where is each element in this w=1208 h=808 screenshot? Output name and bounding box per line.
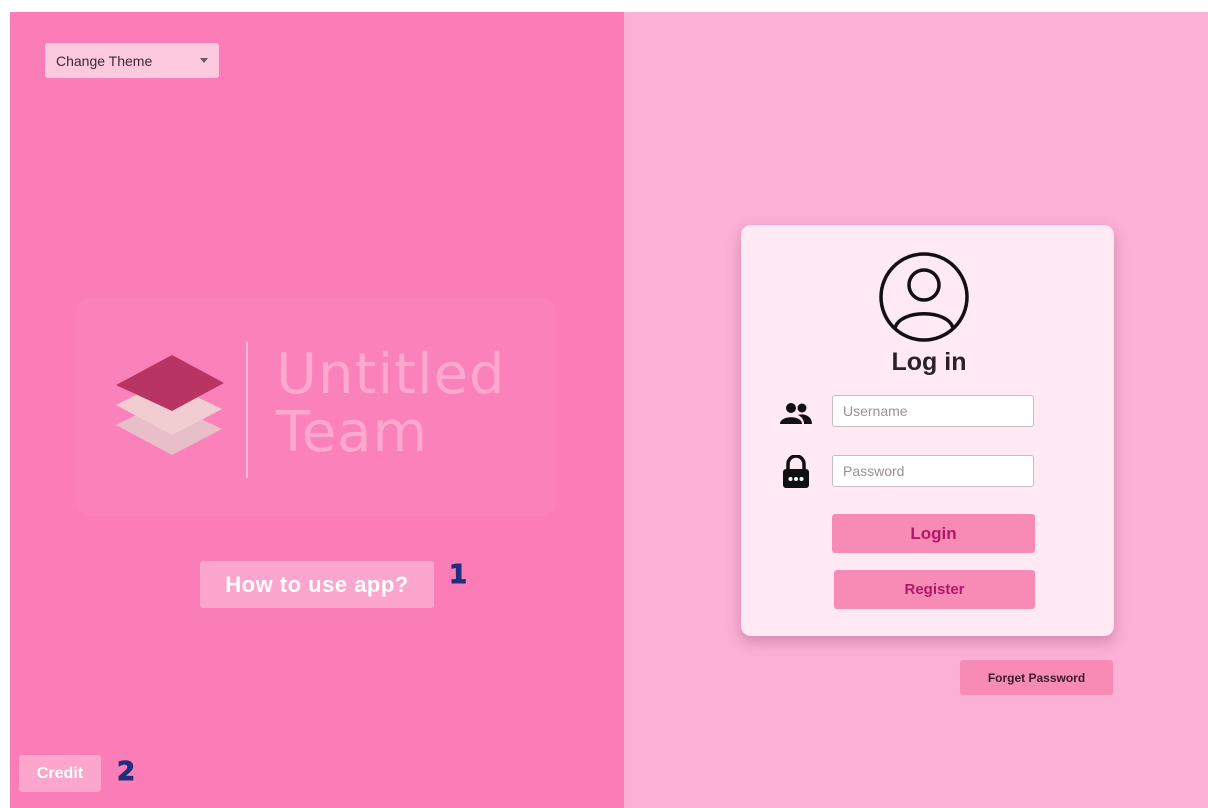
login-title: Log in xyxy=(891,348,967,376)
lock-icon xyxy=(783,455,809,488)
logo-line-1: Untitled xyxy=(276,342,506,407)
annotation-number-1: 1 xyxy=(448,560,468,591)
logo-divider xyxy=(246,342,248,478)
logo: Untitled Team xyxy=(76,298,556,516)
layers-icon xyxy=(116,355,224,455)
right-panel: Log in Login Register Forget Password xyxy=(624,12,1208,808)
theme-select-label: Change Theme xyxy=(56,52,153,69)
login-button[interactable]: Login xyxy=(832,514,1035,553)
password-input[interactable] xyxy=(832,455,1034,487)
forget-password-button[interactable]: Forget Password xyxy=(960,660,1113,695)
username-input[interactable] xyxy=(832,395,1034,427)
logo-text: Untitled Team xyxy=(276,346,506,462)
register-button[interactable]: Register xyxy=(834,570,1035,609)
how-to-use-button[interactable]: How to use app? xyxy=(200,561,434,608)
left-panel: Change Theme Untitled Team How to use ap… xyxy=(10,12,624,808)
credit-button[interactable]: Credit xyxy=(19,755,101,792)
annotation-number-2: 2 xyxy=(116,757,136,788)
user-circle-icon xyxy=(879,252,969,342)
logo-line-2: Team xyxy=(276,400,429,465)
chevron-down-icon xyxy=(200,58,208,63)
login-card: Log in Login Register xyxy=(741,225,1114,636)
app-window: Change Theme Untitled Team How to use ap… xyxy=(10,12,1208,808)
theme-select[interactable]: Change Theme xyxy=(45,43,219,78)
people-icon xyxy=(780,403,812,424)
